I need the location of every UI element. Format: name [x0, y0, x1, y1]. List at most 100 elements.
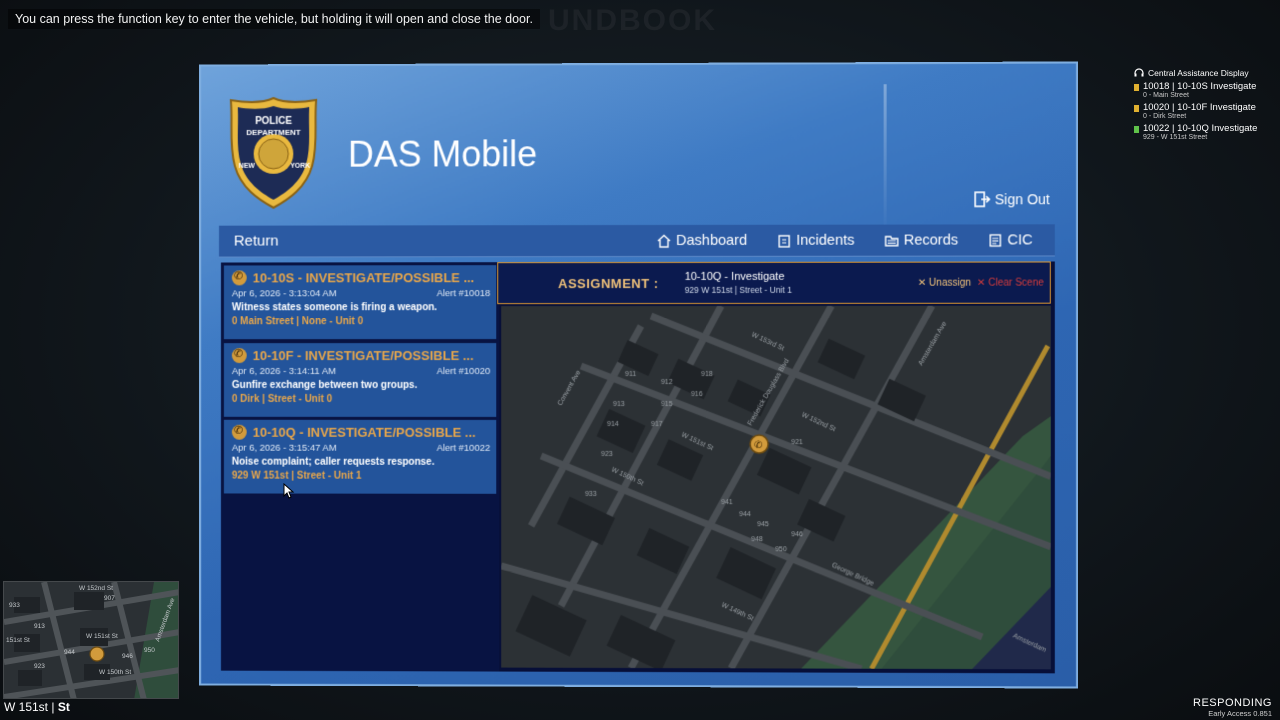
map-building-number: 944	[739, 511, 751, 518]
background-watermark: UNDBOOK	[548, 4, 717, 38]
app-title: DAS Mobile	[348, 133, 537, 175]
incident-card[interactable]: 10-10F - INVESTIGATE/POSSIBLE ... Apr 6,…	[224, 343, 496, 417]
badge-word-york: YORK	[290, 163, 310, 170]
nav-records-label: Records	[904, 232, 958, 248]
document-icon	[988, 233, 1002, 247]
mdt-monitor: POLICE DEPARTMENT NEW YORK DAS Mobile Si…	[199, 61, 1078, 688]
main-content: 10-10S - INVESTIGATE/POSSIBLE ... Apr 6,…	[221, 261, 1055, 673]
cad-row-title: 10022 | 10-10Q Investigate	[1143, 123, 1257, 134]
map-building-number: 912	[661, 379, 673, 386]
minimap-label: 923	[34, 663, 45, 670]
nav-cic-label: CIC	[1007, 232, 1032, 248]
minimap-label: 933	[9, 602, 20, 609]
badge-word-department: DEPARTMENT	[246, 128, 301, 137]
assignment-actions: ✕ Unassign ✕ Clear Scene	[918, 277, 1044, 288]
nav-incidents[interactable]: Incidents	[777, 232, 854, 248]
incident-description: Witness states someone is firing a weapo…	[232, 302, 490, 313]
minimap-label: 151st St	[6, 637, 30, 644]
incident-alert: Alert #10020	[437, 366, 491, 377]
map-building-number: 916	[691, 391, 703, 398]
minimap-label: W 150th St	[99, 669, 131, 676]
vehicle-hint-text: You can press the function key to enter …	[8, 9, 540, 29]
street-suffix: St	[58, 700, 70, 714]
close-icon: ✕	[918, 277, 929, 288]
incident-alert: Alert #10022	[437, 443, 491, 454]
cad-row: 10020 | 10-10F Investigate 0 - Dirk Stree…	[1134, 102, 1274, 120]
incident-location: 0 Main Street | None - Unit 0	[232, 316, 490, 327]
incident-map[interactable]: W 153rd St W 152nd St W 151st St W 150th…	[501, 306, 1051, 670]
map-building-number: 915	[661, 401, 673, 408]
incident-card[interactable]: 10-10Q - INVESTIGATE/POSSIBLE ... Apr 6,…	[224, 420, 496, 494]
close-icon: ✕	[977, 277, 988, 288]
return-button[interactable]: Return	[234, 233, 279, 250]
map-building-number: 914	[607, 421, 619, 428]
incident-date: Apr 6, 2026 - 3:14:11 AM	[232, 366, 336, 377]
incident-title: 10-10F - INVESTIGATE/POSSIBLE ...	[253, 348, 474, 363]
status-light-icon	[1134, 105, 1139, 112]
map-building-number: 933	[585, 491, 597, 498]
badge-word-police: POLICE	[255, 116, 292, 127]
incident-marker-icon: ✆	[750, 435, 768, 453]
assignment-info: 10-10Q - Investigate 929 W 151st | Stree…	[685, 271, 792, 295]
cad-row-title: 10020 | 10-10F Investigate	[1143, 102, 1256, 113]
phone-icon	[232, 348, 247, 363]
clear-scene-button[interactable]: ✕ Clear Scene	[977, 277, 1044, 288]
current-street: W 151st | St	[4, 700, 70, 714]
svg-text:✆: ✆	[754, 440, 762, 451]
incident-location: 0 Dirk | Street - Unit 0	[232, 394, 490, 405]
minimap-label: W 151st St	[86, 633, 118, 640]
cad-row-sub: 0 - Main Street	[1143, 92, 1256, 99]
minimap-label: 950	[144, 647, 155, 654]
map-building-number: 923	[601, 451, 613, 458]
minimap: W 152nd St W 151st St 151st St W 150th S…	[3, 581, 179, 699]
phone-icon	[232, 270, 247, 285]
nav-bar: Return Dashboard Incidents Records CIC	[219, 224, 1055, 257]
incident-date: Apr 6, 2026 - 3:15:47 AM	[232, 443, 337, 454]
incident-marker-icon	[90, 647, 104, 661]
sign-out-button[interactable]: Sign Out	[974, 191, 1050, 207]
cad-header-label: Central Assistance Display	[1148, 68, 1249, 78]
map-building-number: 921	[791, 439, 803, 446]
street-name: W 151st	[4, 700, 48, 714]
assignment-bar: ASSIGNMENT : 10-10Q - Investigate 929 W …	[497, 261, 1051, 304]
map-building-number: 913	[613, 401, 625, 408]
nav-dashboard[interactable]: Dashboard	[657, 232, 747, 248]
cad-row: 10018 | 10-10S Investigate 0 - Main Stree…	[1134, 81, 1274, 99]
cad-row-sub: 0 - Dirk Street	[1143, 113, 1256, 120]
map-building-number: 950	[775, 546, 787, 553]
nav-dashboard-label: Dashboard	[676, 232, 747, 248]
cad-row: 10022 | 10-10Q Investigate 929 - W 151st …	[1134, 123, 1274, 141]
incident-card[interactable]: 10-10S - INVESTIGATE/POSSIBLE ... Apr 6,…	[224, 265, 496, 339]
clear-scene-label: Clear Scene	[988, 277, 1043, 288]
cad-row-title: 10018 | 10-10S Investigate	[1143, 81, 1256, 92]
nav-items: Dashboard Incidents Records CIC	[657, 232, 1033, 249]
assignment-title: 10-10Q - Investigate	[685, 271, 792, 283]
unassign-button[interactable]: ✕ Unassign	[918, 277, 971, 288]
status-light-icon	[1134, 84, 1139, 91]
nav-incidents-label: Incidents	[796, 232, 854, 248]
house-icon	[657, 233, 671, 247]
badge-word-new: NEW	[239, 163, 256, 170]
map-building-number: 941	[721, 499, 733, 506]
incident-date: Apr 6, 2026 - 3:13:04 AM	[232, 288, 337, 299]
map-building-number: 945	[757, 521, 769, 528]
map-building-number: 946	[791, 531, 803, 538]
sign-out-icon	[974, 191, 990, 207]
incident-list: 10-10S - INVESTIGATE/POSSIBLE ... Apr 6,…	[221, 262, 499, 671]
link-icon	[1134, 126, 1139, 133]
minimap-canvas: W 152nd St W 151st St 151st St W 150th S…	[4, 582, 179, 699]
screen-glare	[884, 84, 887, 234]
map-building-number: 911	[625, 371, 636, 378]
map-building-number: 917	[651, 421, 663, 428]
central-assistance-display: Central Assistance Display 10018 | 10-10…	[1134, 68, 1274, 141]
minimap-label: W 152nd St	[79, 585, 113, 592]
nav-records[interactable]: Records	[885, 232, 958, 248]
cad-row-sub: 929 - W 151st Street	[1143, 134, 1257, 141]
incident-description: Noise complaint; caller requests respons…	[232, 457, 490, 468]
assignment-label: ASSIGNMENT :	[558, 275, 659, 290]
minimap-label: 944	[64, 649, 75, 656]
incident-title: 10-10Q - INVESTIGATE/POSSIBLE ...	[253, 425, 476, 440]
minimap-label: 913	[34, 623, 45, 630]
nav-cic[interactable]: CIC	[988, 232, 1032, 248]
status-display: RESPONDING Early Access 0.851	[1193, 697, 1272, 718]
